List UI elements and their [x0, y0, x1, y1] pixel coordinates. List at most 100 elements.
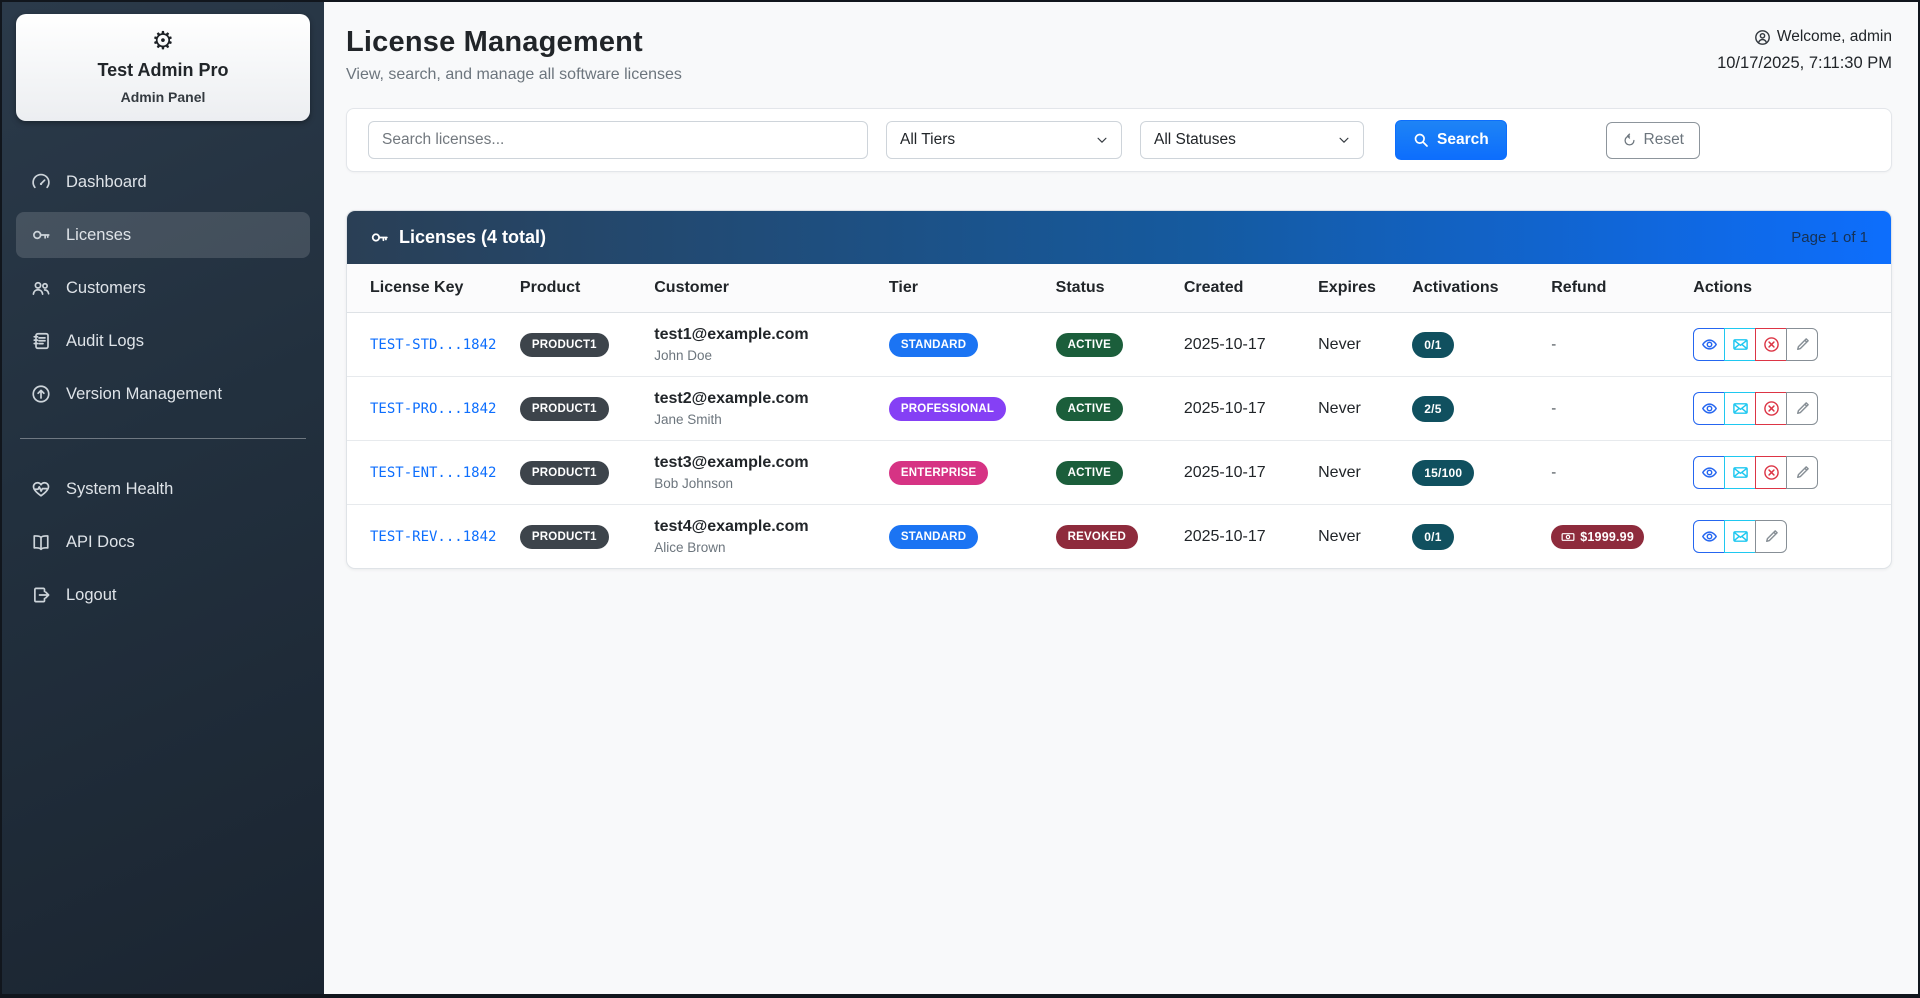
action-button-group: [1693, 328, 1818, 361]
created-cell: 2025-10-17: [1184, 441, 1318, 505]
x-circle-icon: [1763, 400, 1780, 417]
product-cell: PRODUCT1: [520, 313, 654, 377]
product-cell: PRODUCT1: [520, 505, 654, 569]
created-cell: 2025-10-17: [1184, 377, 1318, 441]
tier-cell: PROFESSIONAL: [889, 377, 1056, 441]
sidebar-item-label: Audit Logs: [66, 332, 144, 351]
book-icon: [31, 532, 51, 552]
revoke-license-button[interactable]: [1755, 392, 1787, 425]
licenses-panel-title: Licenses (4 total): [399, 227, 546, 248]
activations-badge: 0/1: [1412, 332, 1453, 358]
column-header-actions: Actions: [1693, 264, 1891, 313]
status-cell: ACTIVE: [1056, 313, 1184, 377]
column-header-product: Product: [520, 264, 654, 313]
table-row: TEST-PRO...1842PRODUCT1test2@example.com…: [347, 377, 1891, 441]
email-license-button[interactable]: [1724, 392, 1756, 425]
tier-filter-select[interactable]: All Tiers: [886, 121, 1122, 159]
sidebar-item-dashboard[interactable]: Dashboard: [16, 159, 310, 205]
activations-badge: 2/5: [1412, 396, 1453, 422]
activations-badge: 15/100: [1412, 460, 1474, 486]
edit-license-button[interactable]: [1786, 456, 1818, 489]
key-icon: [31, 225, 51, 245]
box-arrow-right-icon: [31, 585, 51, 605]
customer-cell: test3@example.comBob Johnson: [654, 441, 889, 505]
customer-cell: test2@example.comJane Smith: [654, 377, 889, 441]
status-filter-select[interactable]: All Statuses: [1140, 121, 1364, 159]
refund-cell: -: [1551, 441, 1693, 505]
column-header-expires: Expires: [1318, 264, 1412, 313]
page-subtitle: View, search, and manage all software li…: [346, 66, 682, 84]
license-key-link[interactable]: TEST-REV...1842: [370, 529, 496, 545]
sidebar-item-logout[interactable]: Logout: [16, 572, 310, 618]
sidebar-item-system-health[interactable]: System Health: [16, 466, 310, 512]
people-icon: [31, 278, 51, 298]
view-license-button[interactable]: [1693, 456, 1725, 489]
actions-cell: [1693, 505, 1891, 569]
status-badge: ACTIVE: [1056, 461, 1123, 485]
reset-icon: [1622, 133, 1637, 148]
column-header-status: Status: [1056, 264, 1184, 313]
view-license-button[interactable]: [1693, 392, 1725, 425]
license-key-link[interactable]: TEST-PRO...1842: [370, 401, 496, 417]
column-header-license-key: License Key: [347, 264, 520, 313]
tier-filter-value: All Tiers: [900, 131, 955, 149]
actions-cell: [1693, 313, 1891, 377]
tier-cell: STANDARD: [889, 505, 1056, 569]
envelope-icon: [1732, 336, 1749, 353]
expires-cell: Never: [1318, 377, 1412, 441]
activations-badge: 0/1: [1412, 524, 1453, 550]
refund-cell: -: [1551, 377, 1693, 441]
email-license-button[interactable]: [1724, 456, 1756, 489]
view-license-button[interactable]: [1693, 328, 1725, 361]
heart-pulse-icon: [31, 479, 51, 499]
revoke-license-button[interactable]: [1755, 456, 1787, 489]
column-header-customer: Customer: [654, 264, 889, 313]
revoke-license-button[interactable]: [1755, 328, 1787, 361]
license-key-link[interactable]: TEST-ENT...1842: [370, 465, 496, 481]
chevron-down-icon: [1095, 133, 1109, 147]
app-subtitle: Admin Panel: [26, 89, 300, 105]
refund-amount: $1999.99: [1580, 530, 1634, 544]
expires-cell: Never: [1318, 505, 1412, 569]
email-license-button[interactable]: [1724, 328, 1756, 361]
email-license-button[interactable]: [1724, 520, 1756, 553]
license-key-link[interactable]: TEST-STD...1842: [370, 337, 496, 353]
brand-card: ⚙ Test Admin Pro Admin Panel: [16, 14, 310, 121]
sidebar-item-audit-logs[interactable]: Audit Logs: [16, 318, 310, 364]
journal-icon: [31, 331, 51, 351]
sidebar: ⚙ Test Admin Pro Admin Panel Dashboard Li…: [2, 2, 324, 994]
activations-cell: 2/5: [1412, 377, 1551, 441]
activations-cell: 0/1: [1412, 313, 1551, 377]
page-header: License Management View, search, and man…: [346, 26, 1892, 84]
search-input[interactable]: [368, 121, 868, 159]
eye-icon: [1701, 464, 1718, 481]
reset-button[interactable]: Reset: [1606, 122, 1701, 159]
customer-email: test3@example.com: [654, 454, 879, 472]
speedometer-icon: [31, 172, 51, 192]
action-button-group: [1693, 456, 1818, 489]
x-circle-icon: [1763, 336, 1780, 353]
licenses-panel-header: Licenses (4 total) Page 1 of 1: [347, 211, 1891, 264]
eye-icon: [1701, 336, 1718, 353]
edit-license-button[interactable]: [1786, 328, 1818, 361]
customer-email: test2@example.com: [654, 390, 879, 408]
sidebar-item-customers[interactable]: Customers: [16, 265, 310, 311]
sidebar-item-version-management[interactable]: Version Management: [16, 371, 310, 417]
view-license-button[interactable]: [1693, 520, 1725, 553]
expires-cell: Never: [1318, 313, 1412, 377]
expires-cell: Never: [1318, 441, 1412, 505]
status-cell: ACTIVE: [1056, 441, 1184, 505]
customer-name: Alice Brown: [654, 540, 879, 555]
search-button[interactable]: Search: [1395, 120, 1507, 160]
sidebar-item-api-docs[interactable]: API Docs: [16, 519, 310, 565]
sidebar-item-label: Customers: [66, 279, 146, 298]
cash-icon: [1561, 530, 1575, 544]
edit-license-button[interactable]: [1786, 392, 1818, 425]
sidebar-item-licenses[interactable]: Licenses: [16, 212, 310, 258]
product-badge: PRODUCT1: [520, 333, 609, 357]
status-cell: ACTIVE: [1056, 377, 1184, 441]
refund-cell: $1999.99: [1551, 505, 1693, 569]
status-badge: ACTIVE: [1056, 333, 1123, 357]
x-circle-icon: [1763, 464, 1780, 481]
edit-license-button[interactable]: [1755, 520, 1787, 553]
